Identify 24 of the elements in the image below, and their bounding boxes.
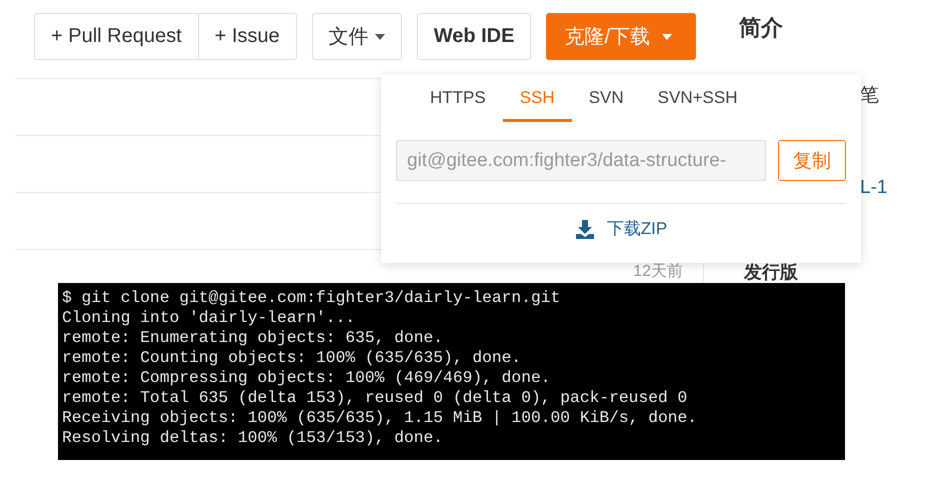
download-icon: [574, 218, 595, 238]
protocol-tab[interactable]: SVN: [572, 74, 641, 122]
section-heading: 简介: [739, 14, 784, 42]
terminal-line: Cloning into 'dairly-learn'...: [62, 308, 356, 328]
protocol-tab[interactable]: SVN+SSH: [640, 74, 755, 122]
caret-icon: [374, 34, 385, 40]
files-menu-button[interactable]: 文件: [312, 13, 402, 60]
terminal-line: remote: Total 635 (delta 153), reused 0 (delta 0), pack-reused 0: [62, 388, 688, 408]
terminal-line: $ git clone git@gitee.com:fighter3/dairly-learn.git: [62, 288, 562, 308]
terminal-line: Receiving objects: 100% (635/635), 1.15 MiB | 100.00 KiB/s, done.: [62, 408, 698, 428]
caret-icon: [662, 34, 672, 40]
toolbar-button[interactable]: + Issue: [198, 13, 297, 60]
toolbar-button[interactable]: + Pull Request: [34, 13, 199, 60]
sidebar-heading: 发行版: [744, 262, 799, 282]
sidebar-link[interactable]: L-1: [860, 177, 888, 199]
download-zip-button[interactable]: 下载ZIP: [568, 216, 674, 241]
web-ide-button[interactable]: Web IDE: [416, 13, 532, 60]
terminal-line: remote: Compressing objects: 100% (469/469), done.: [62, 368, 552, 388]
terminal-line: remote: Counting objects: 100% (635/635), done.: [62, 348, 522, 368]
sidebar-text: 笔: [860, 84, 879, 108]
terminal-line: Resolving deltas: 100% (153/153), done.: [62, 428, 444, 448]
time-text: 12天前: [633, 262, 683, 281]
protocol-tab[interactable]: HTTPS: [413, 74, 503, 122]
terminal-line: remote: Enumerating objects: 635, done.: [62, 328, 444, 348]
